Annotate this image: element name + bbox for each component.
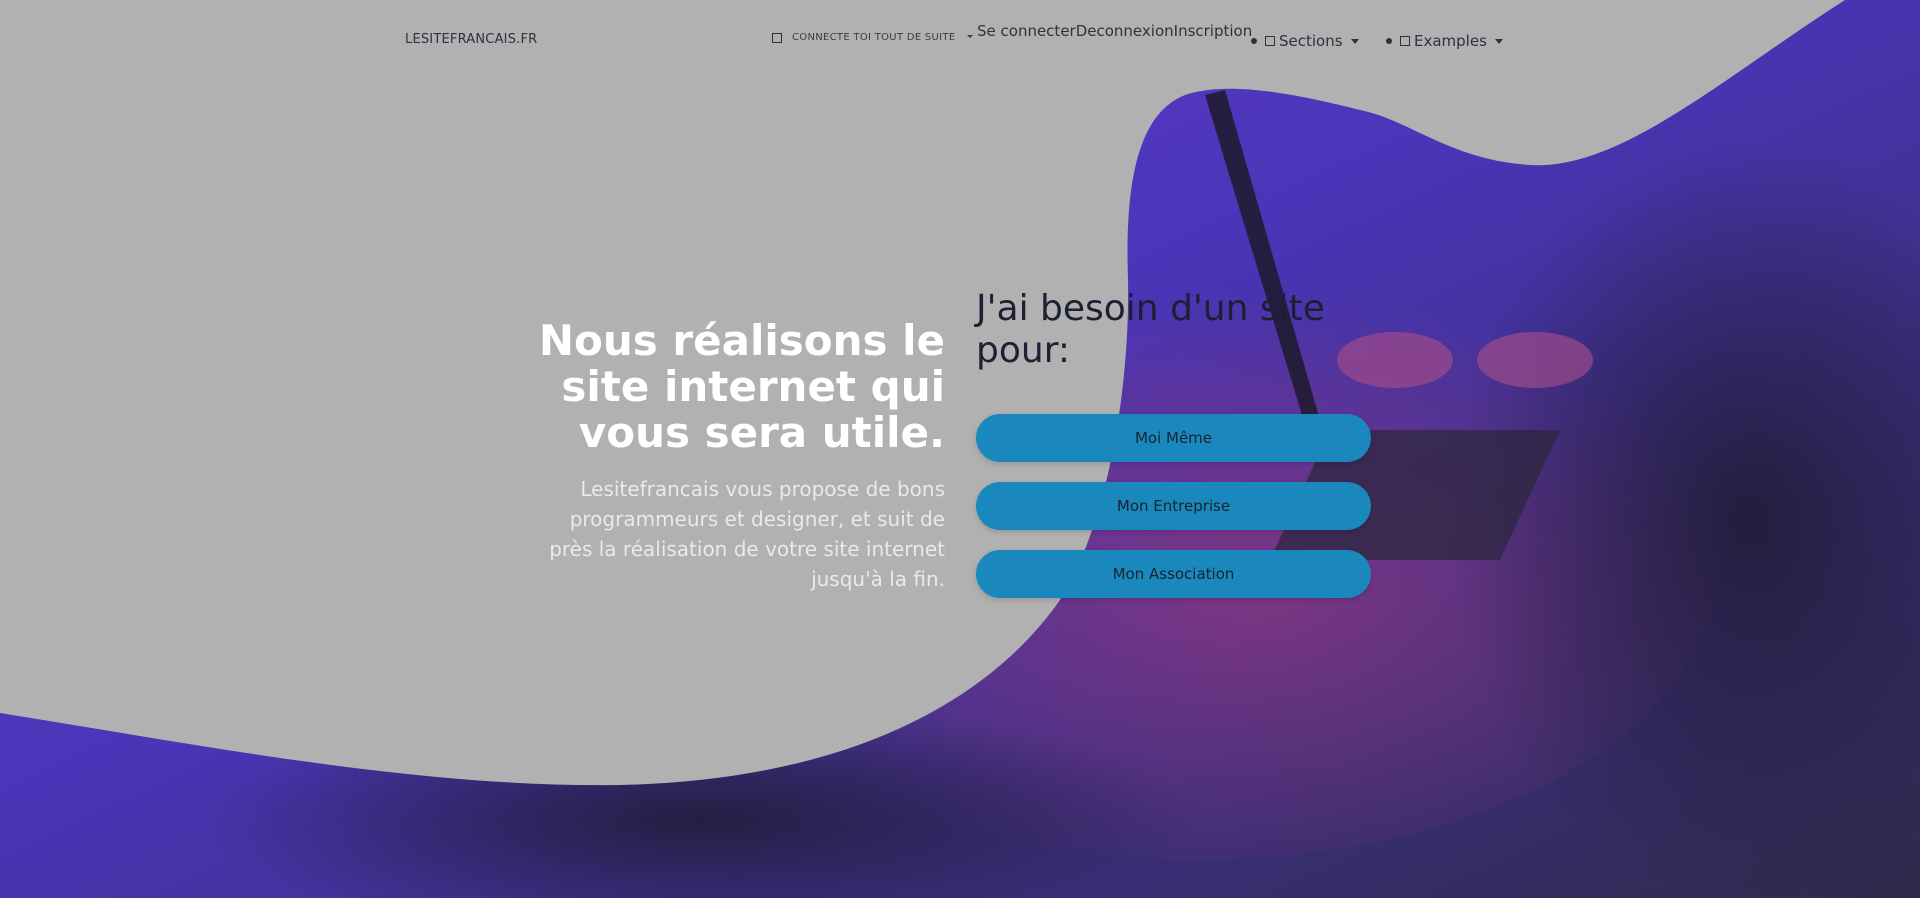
examples-dropdown[interactable]: Examples xyxy=(1386,32,1503,50)
square-icon xyxy=(1265,36,1275,46)
mon-association-button[interactable]: Mon Association xyxy=(976,550,1371,598)
logout-link[interactable]: Deconnexion xyxy=(1076,22,1174,40)
connect-dropdown[interactable]: CONNECTE TOI TOUT DE SUITE xyxy=(772,32,974,43)
chevron-down-icon xyxy=(1350,38,1359,44)
hero-description: Lesitefrancais vous propose de bons prog… xyxy=(549,477,945,591)
hero-background-image xyxy=(0,0,1920,898)
moi-meme-button[interactable]: Moi Même xyxy=(976,414,1371,462)
navbar: LESITEFRANCAIS.FR CONNECTE TOI TOUT DE S… xyxy=(0,0,1920,80)
signup-link[interactable]: Inscription xyxy=(1174,22,1253,40)
chevron-down-icon xyxy=(1494,38,1503,44)
checkbox-icon xyxy=(772,32,782,43)
caret-down-icon xyxy=(967,35,974,38)
square-icon xyxy=(1400,36,1410,46)
site-need-question: J'ai besoin d'un site pour: xyxy=(976,288,1325,371)
bullet-icon xyxy=(1251,38,1257,44)
auth-links: Se connecter Deconnexion Inscription xyxy=(977,22,1252,40)
mon-entreprise-button[interactable]: Mon Entreprise xyxy=(976,482,1371,530)
hero-title: Nous réalisons le site internet qui vous… xyxy=(538,316,945,457)
sections-dropdown[interactable]: Sections xyxy=(1251,32,1359,50)
sections-label: Sections xyxy=(1279,32,1343,50)
brand-logo-link[interactable]: LESITEFRANCAIS.FR xyxy=(405,32,537,47)
bullet-icon xyxy=(1386,38,1392,44)
examples-label: Examples xyxy=(1414,32,1487,50)
connect-label: CONNECTE TOI TOUT DE SUITE xyxy=(792,32,956,43)
login-link[interactable]: Se connecter xyxy=(977,22,1076,40)
page: LESITEFRANCAIS.FR CONNECTE TOI TOUT DE S… xyxy=(0,0,1920,898)
